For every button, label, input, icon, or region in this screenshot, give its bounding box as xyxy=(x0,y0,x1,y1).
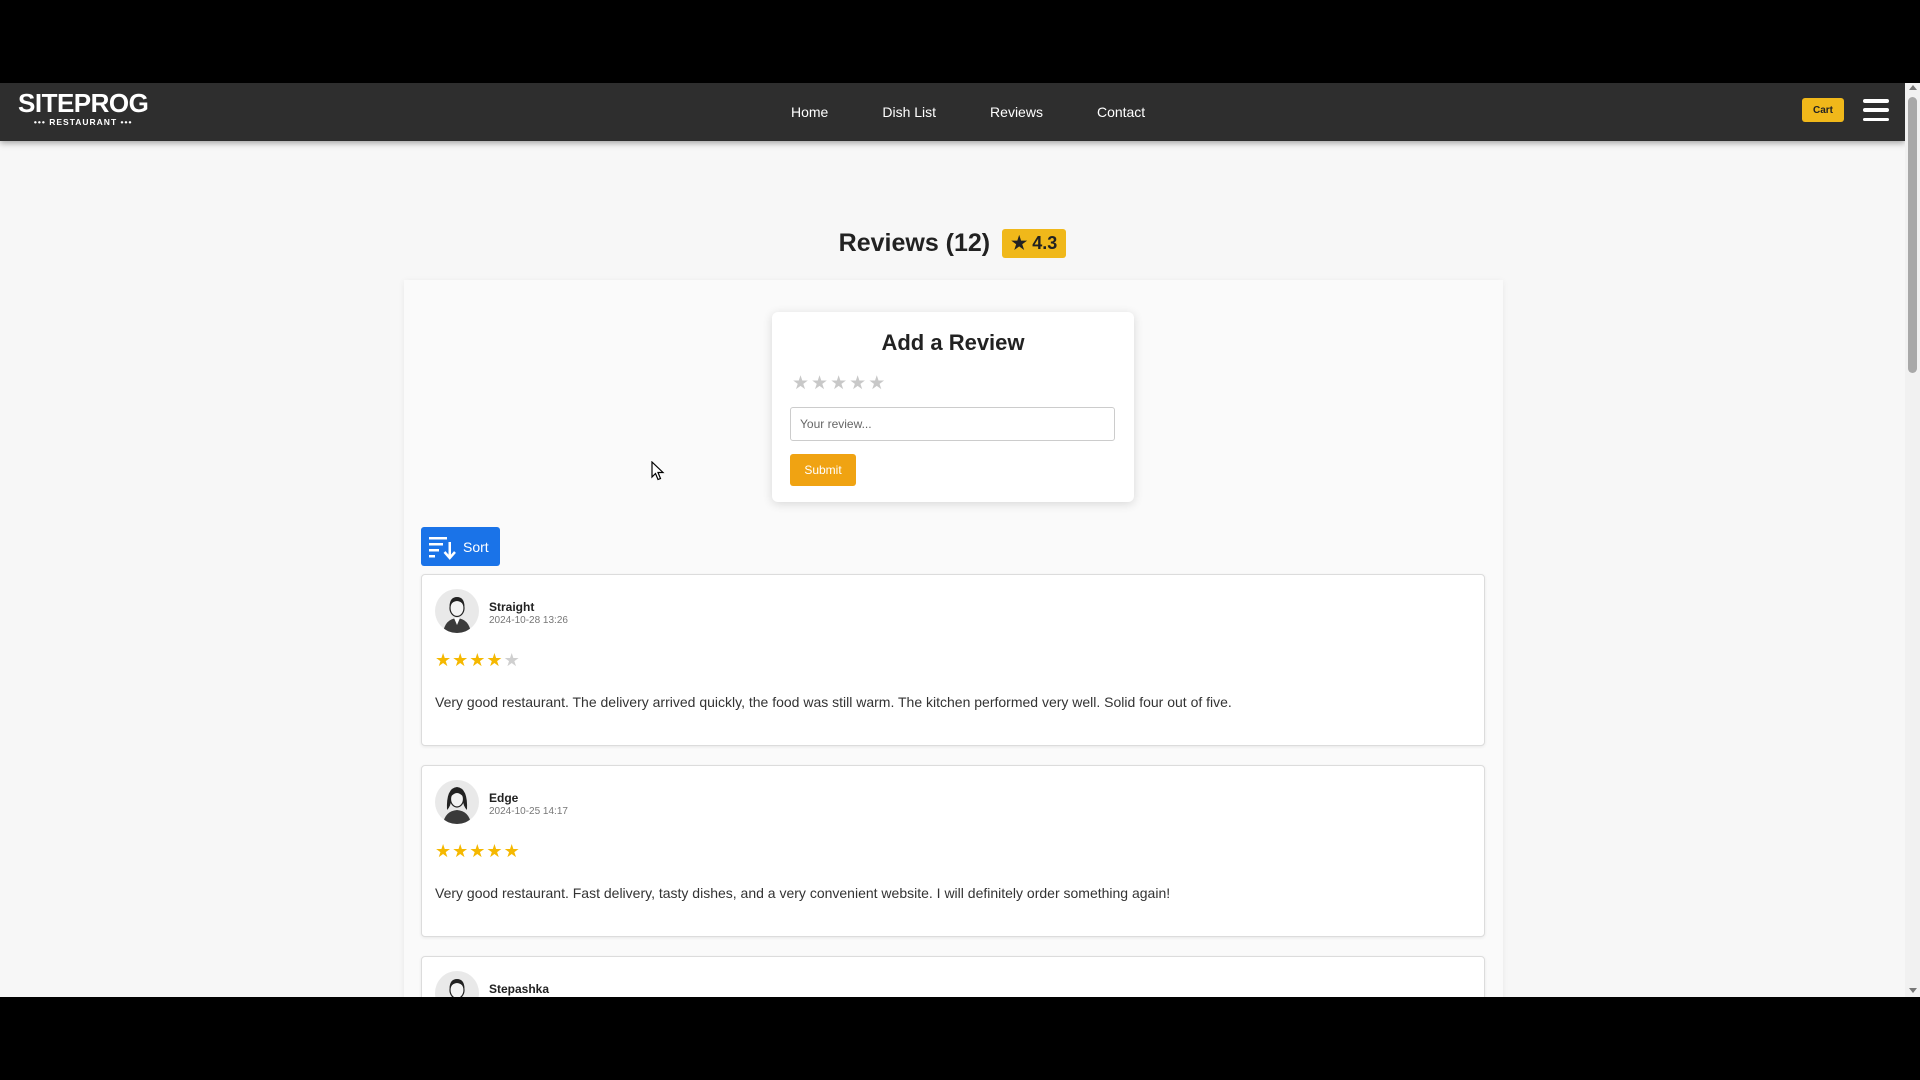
sort-button-label: Sort xyxy=(463,538,489,555)
sort-button[interactable]: Sort xyxy=(421,527,500,566)
reviewer-name: Edge xyxy=(489,791,519,805)
male-avatar-icon xyxy=(435,971,479,997)
review-date: 2024-10-25 14:17 xyxy=(489,806,568,817)
star-filled-icon: ★ xyxy=(452,650,469,670)
browser-viewport: SITEPROG ••• RESTAURANT ••• Home Dish Li… xyxy=(0,83,1920,997)
reviews-title-row: Reviews (12) ★ 4.3 xyxy=(0,229,1905,258)
page-scrollbar[interactable] xyxy=(1905,83,1920,997)
hamburger-menu-icon[interactable] xyxy=(1863,99,1889,121)
review-text-input[interactable] xyxy=(790,407,1115,441)
scrollbar-thumb[interactable] xyxy=(1908,97,1917,373)
star-filled-icon: ★ xyxy=(435,650,452,670)
male-avatar-icon xyxy=(435,589,479,633)
reviewer-name: Straight xyxy=(489,600,535,614)
star-filled-icon: ★ xyxy=(486,841,503,861)
star-icon[interactable]: ★ xyxy=(849,372,866,395)
logo-main-text: SITEPROG xyxy=(18,88,149,118)
review-card: Straight 2024-10-28 13:26 ★ ★ ★ ★ ★ Very goo… xyxy=(421,574,1485,746)
review-date: 2024-10-28 13:26 xyxy=(489,615,568,626)
logo-sub-text: ••• RESTAURANT ••• xyxy=(33,117,133,127)
review-stars: ★ ★ ★ ★ ★ xyxy=(435,650,520,671)
nav-link-contact[interactable]: Contact xyxy=(1097,104,1145,120)
submit-review-button[interactable]: Submit xyxy=(790,454,856,486)
top-navbar: SITEPROG ••• RESTAURANT ••• Home Dish Li… xyxy=(0,83,1905,141)
review-text: Very good restaurant. Fast delivery, tas… xyxy=(435,885,1171,901)
reviews-panel: Add a Review ★ ★ ★ ★ ★ Submit Sort xyxy=(404,280,1503,997)
mouse-cursor-icon xyxy=(651,461,665,481)
star-filled-icon: ★ xyxy=(435,841,452,861)
scroll-up-arrow-icon[interactable] xyxy=(1909,85,1917,90)
star-filled-icon: ★ xyxy=(452,841,469,861)
star-filled-icon: ★ xyxy=(469,841,486,861)
page-title: Reviews (12) xyxy=(838,229,991,257)
scroll-down-arrow-icon[interactable] xyxy=(1909,988,1917,993)
star-rating-input[interactable]: ★ ★ ★ ★ ★ xyxy=(792,372,885,395)
sort-descending-icon xyxy=(429,536,456,560)
star-filled-icon: ★ xyxy=(503,841,520,861)
reviewer-name: Stepashka xyxy=(489,982,550,996)
cart-button[interactable]: Cart xyxy=(1802,98,1844,122)
review-card: Stepashka xyxy=(421,956,1485,997)
star-filled-icon: ★ xyxy=(486,650,503,670)
site-logo[interactable]: SITEPROG ••• RESTAURANT ••• xyxy=(18,88,149,127)
star-icon[interactable]: ★ xyxy=(792,372,809,395)
main-nav: Home Dish List Reviews Contact xyxy=(791,83,1199,141)
review-stars: ★ ★ ★ ★ ★ xyxy=(435,841,520,862)
add-review-card: Add a Review ★ ★ ★ ★ ★ Submit xyxy=(772,312,1134,502)
female-avatar-icon xyxy=(435,780,479,824)
nav-link-reviews[interactable]: Reviews xyxy=(990,104,1043,120)
review-card: Edge 2024-10-25 14:17 ★ ★ ★ ★ ★ Very good re… xyxy=(421,765,1485,937)
star-icon[interactable]: ★ xyxy=(868,372,885,395)
star-empty-icon: ★ xyxy=(503,650,520,670)
nav-link-dish-list[interactable]: Dish List xyxy=(882,104,936,120)
average-rating-badge: ★ 4.3 xyxy=(1002,229,1067,258)
star-filled-icon: ★ xyxy=(469,650,486,670)
star-icon[interactable]: ★ xyxy=(811,372,828,395)
review-text: Very good restaurant. The delivery arriv… xyxy=(435,694,1232,710)
add-review-title: Add a Review xyxy=(881,330,1025,355)
nav-link-home[interactable]: Home xyxy=(791,104,828,120)
star-icon[interactable]: ★ xyxy=(830,372,847,395)
